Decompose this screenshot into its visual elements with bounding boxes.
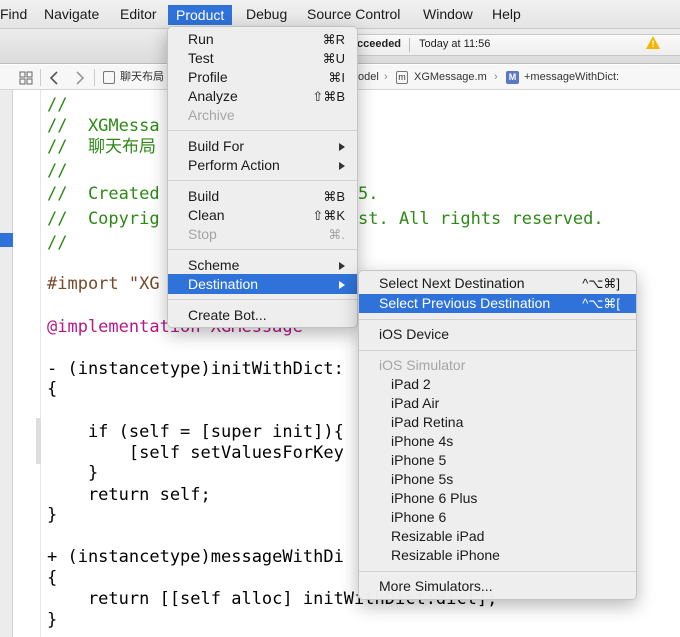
breadcrumb-file[interactable]: XGMessage.m — [414, 65, 487, 90]
simulator-item[interactable]: iPhone 5s — [391, 470, 453, 489]
shortcut-run: ⌘R — [322, 32, 345, 47]
menu-item-destination[interactable]: Destination — [168, 274, 357, 294]
code-line-tail: 5. — [358, 184, 379, 204]
menu-separator — [168, 180, 357, 181]
shortcut-stop: ⌘. — [328, 227, 345, 242]
code-line: { — [47, 568, 58, 588]
file-icon — [103, 71, 115, 84]
simulator-item[interactable]: iPhone 4s — [391, 432, 453, 451]
menu-separator — [359, 319, 636, 320]
code-line: [self setValuesForKey — [47, 443, 344, 463]
submenu-arrow-icon — [339, 262, 345, 270]
submenu-arrow-icon — [339, 281, 345, 289]
menu-separator — [359, 350, 636, 351]
simulator-item[interactable]: iPhone 5 — [391, 451, 446, 470]
m-file-icon: m — [396, 71, 408, 84]
code-line: if (self = [super init]){ — [47, 422, 344, 442]
code-line: + (instancetype)messageWithDi — [47, 547, 344, 567]
menu-item-perform-action[interactable]: Perform Action — [188, 156, 280, 175]
menu-item-clean[interactable]: Clean — [188, 206, 225, 225]
menu-window[interactable]: Window — [423, 0, 473, 29]
menu-item-previous-label: Select Previous Destination — [379, 295, 551, 311]
menu-separator — [168, 130, 357, 131]
simulator-item[interactable]: Resizable iPhone — [391, 546, 500, 565]
menu-item-build-for[interactable]: Build For — [188, 137, 244, 156]
menu-separator — [168, 299, 357, 300]
menu-item-run[interactable]: Run — [188, 30, 214, 49]
menu-navigate[interactable]: Navigate — [44, 0, 99, 29]
shortcut-profile: ⌘I — [328, 70, 345, 85]
code-line: } — [47, 463, 99, 483]
status-divider — [409, 38, 410, 52]
breadcrumb-model[interactable]: odel — [358, 65, 379, 90]
build-status-text: cceeded — [357, 38, 402, 50]
code-line: // — [47, 233, 68, 253]
submenu-arrow-icon — [339, 143, 345, 151]
menu-source-control[interactable]: Source Control — [307, 0, 400, 29]
menu-item-test[interactable]: Test — [188, 49, 214, 68]
breadcrumb-group[interactable]: 聊天布局 — [120, 65, 164, 90]
code-line: } — [47, 505, 58, 525]
simulator-item[interactable]: iPhone 6 — [391, 508, 446, 527]
code-line: } — [47, 610, 58, 630]
menu-help[interactable]: Help — [492, 0, 521, 29]
code-line: // Created — [47, 184, 160, 204]
line-gutter — [13, 90, 41, 637]
code-line: // Copyrig — [47, 209, 160, 229]
menu-item-build[interactable]: Build — [188, 187, 219, 206]
code-line: { — [47, 379, 58, 399]
simulator-item[interactable]: iPhone 6 Plus — [391, 489, 477, 508]
menu-item-more-simulators[interactable]: More Simulators... — [379, 577, 493, 596]
menu-item-analyze[interactable]: Analyze — [188, 87, 238, 106]
menu-item-profile[interactable]: Profile — [188, 68, 228, 87]
submenu-arrow-icon — [339, 162, 345, 170]
menu-debug[interactable]: Debug — [246, 0, 287, 29]
grid-icon[interactable] — [19, 71, 33, 85]
method-icon: M — [506, 71, 519, 84]
menu-editor[interactable]: Editor — [120, 0, 157, 29]
simulator-item[interactable]: iPad 2 — [391, 375, 431, 394]
menu-find[interactable]: Find — [0, 0, 27, 29]
shortcut-build: ⌘B — [323, 189, 345, 204]
code-line: return self; — [47, 485, 211, 505]
navigator-edge — [0, 90, 13, 637]
shortcut-next-destination: ^⌥⌘] — [582, 276, 620, 291]
code-line: #import "XG — [47, 274, 160, 294]
menu-product[interactable]: Product — [168, 5, 233, 25]
simulator-section-header: iOS Simulator — [379, 357, 466, 373]
menu-item-select-previous-destination[interactable]: Select Previous Destination ^⌥⌘[ — [359, 294, 636, 313]
breadcrumb-method[interactable]: +messageWithDict: — [524, 65, 619, 90]
back-arrow-icon[interactable] — [49, 71, 59, 85]
code-line: // — [47, 161, 68, 181]
forward-arrow-icon[interactable] — [75, 71, 85, 85]
destination-submenu: Select Next Destination ^⌥⌘] Select Prev… — [358, 270, 637, 600]
code-line: // XGMessa — [47, 116, 160, 136]
shortcut-analyze: ⇧⌘B — [312, 89, 345, 104]
menu-separator — [168, 249, 357, 250]
code-line: // — [47, 95, 68, 115]
selected-row-marker — [0, 233, 13, 247]
build-time-text: Today at 11:56 — [419, 38, 491, 50]
menu-item-select-next-destination[interactable]: Select Next Destination — [379, 274, 525, 293]
shortcut-clean: ⇧⌘K — [312, 208, 345, 223]
menu-separator — [359, 571, 636, 572]
menu-bar: Find Navigate Editor Product Debug Sourc… — [0, 0, 680, 29]
menu-item-destination-label: Destination — [188, 276, 259, 292]
code-line: - (instancetype)initWithDict: — [47, 359, 344, 379]
code-line-tail: st. All rights reserved. — [358, 209, 604, 229]
product-menu: Run ⌘R Test ⌘U Profile ⌘I Analyze ⇧⌘B Ar… — [167, 26, 358, 328]
menu-item-create-bot[interactable]: Create Bot... — [188, 306, 267, 325]
simulator-item[interactable]: iPad Retina — [391, 413, 463, 432]
shortcut-previous-destination: ^⌥⌘[ — [582, 296, 620, 311]
simulator-item[interactable]: Resizable iPad — [391, 527, 484, 546]
simulator-item[interactable]: iPad Air — [391, 394, 439, 413]
shortcut-test: ⌘U — [322, 51, 345, 66]
menu-item-archive: Archive — [188, 107, 235, 123]
menu-item-stop: Stop — [188, 226, 217, 242]
menu-item-scheme[interactable]: Scheme — [188, 256, 239, 275]
menu-item-ios-device[interactable]: iOS Device — [379, 325, 449, 344]
code-line: // 聊天布局 — [47, 137, 156, 157]
code-fold-ribbon[interactable] — [36, 418, 41, 464]
